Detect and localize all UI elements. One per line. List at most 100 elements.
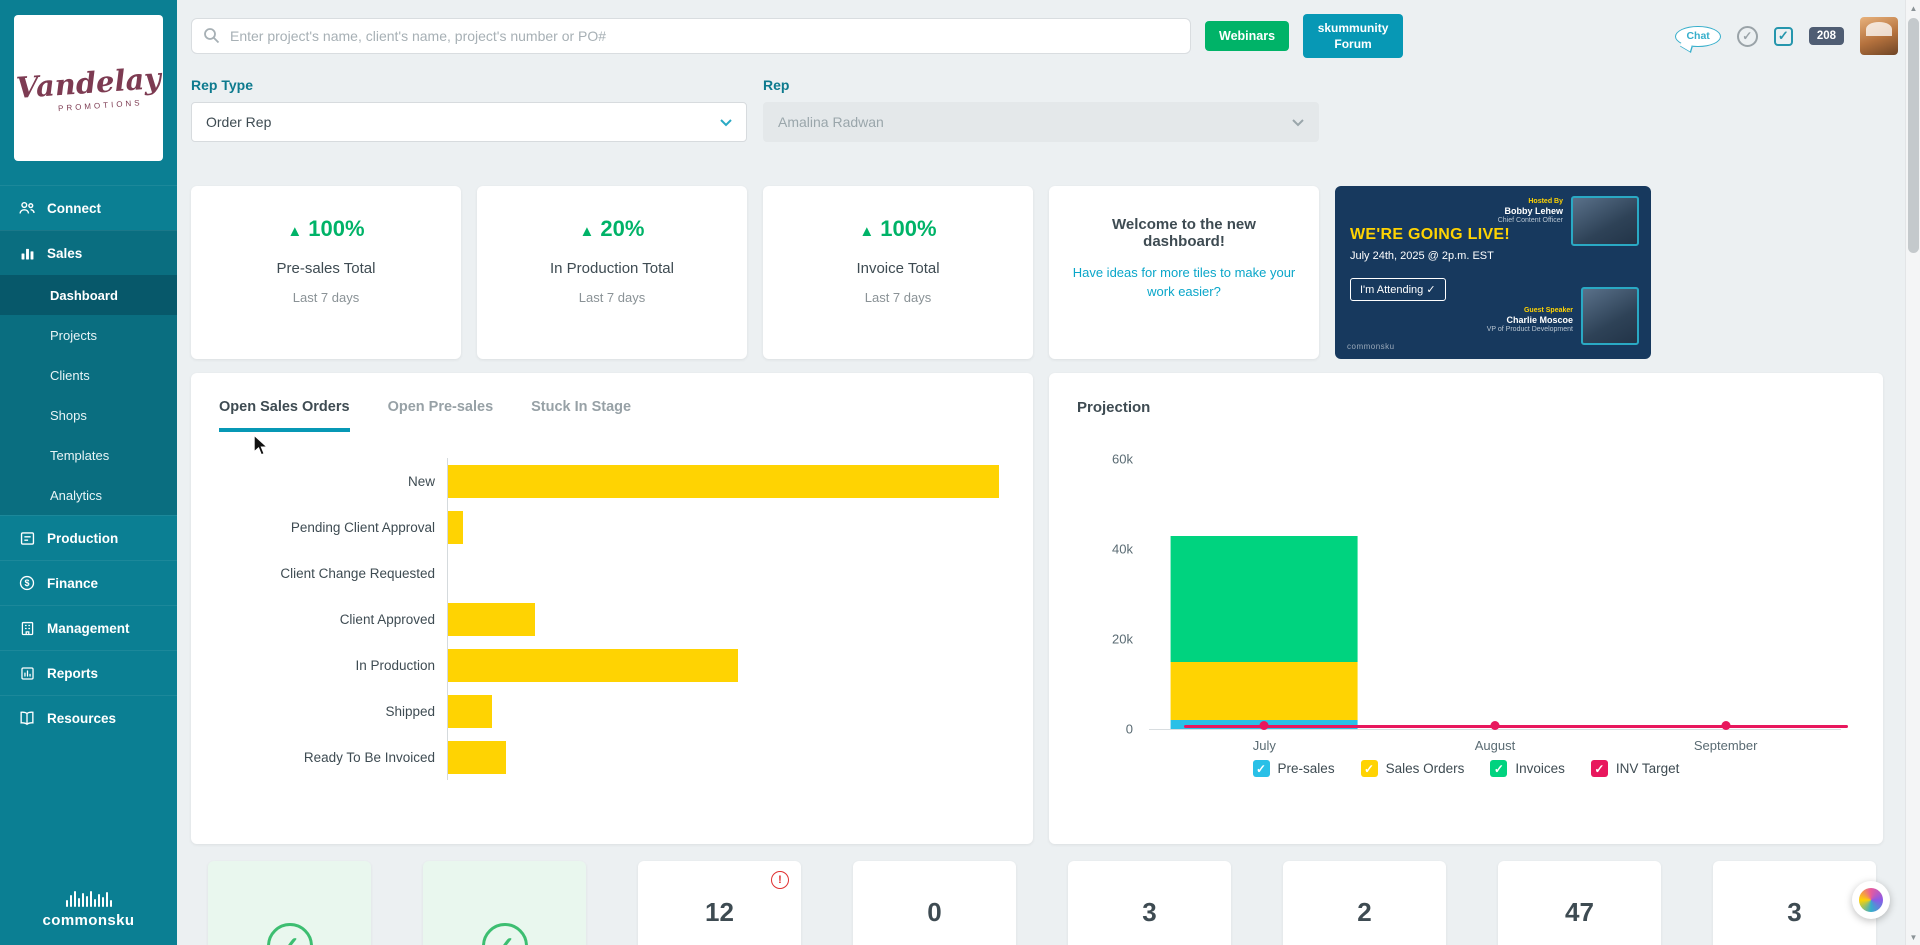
legend-checkbox-icon: ✓ — [1490, 760, 1507, 777]
bar[interactable] — [448, 511, 463, 544]
sidebar-item-sales[interactable]: Sales — [0, 230, 177, 275]
rep-filter: Rep Amalina Radwan — [763, 77, 1319, 142]
summary-value: 12 — [638, 897, 801, 928]
search-input[interactable] — [191, 18, 1191, 54]
summary-card-sales-orders-5[interactable]: 2Sales Orders — [1283, 861, 1446, 945]
sidebar-item-label: Connect — [47, 201, 101, 216]
notification-count-badge[interactable]: 208 — [1809, 27, 1844, 45]
sidebar-item-dashboard[interactable]: Dashboard — [0, 275, 177, 315]
sidebar-item-analytics[interactable]: Analytics — [0, 475, 177, 515]
tab-open-sales-orders[interactable]: Open Sales Orders — [219, 399, 350, 432]
scrollbar-up-arrow[interactable]: ▲ — [1906, 0, 1920, 16]
chevron-down-icon — [1292, 114, 1304, 130]
bar-row-shipped: Shipped — [219, 688, 1005, 734]
legend-toggle-inv-target[interactable]: ✓INV Target — [1591, 760, 1680, 777]
sidebar-item-management[interactable]: Management — [0, 605, 177, 650]
summary-card-proofs-4[interactable]: 3Proofs — [1068, 861, 1231, 945]
svg-text:$: $ — [24, 578, 29, 588]
rep-type-filter: Rep Type Order Rep — [191, 77, 747, 142]
search-icon — [203, 27, 220, 49]
user-avatar[interactable] — [1860, 17, 1898, 55]
sidebar-item-resources[interactable]: Resources — [0, 695, 177, 740]
sidebar-item-projects[interactable]: Projects — [0, 315, 177, 355]
sales-chart-icon — [18, 244, 36, 262]
tasks-checkbox-icon[interactable]: ✓ — [1774, 27, 1793, 46]
dashboard-panels: Open Sales Orders Open Pre-sales Stuck In … — [191, 373, 1898, 844]
x-axis-tick: September — [1694, 738, 1758, 753]
host-info: Hosted By Bobby Lehew Chief Content Offi… — [1498, 198, 1563, 224]
legend-toggle-sales-orders[interactable]: ✓Sales Orders — [1361, 760, 1465, 777]
segment-sales-orders — [1171, 662, 1358, 721]
chat-button[interactable]: Chat — [1675, 26, 1720, 47]
check-icon: ✓ — [1426, 284, 1435, 296]
sidebar-item-clients[interactable]: Clients — [0, 355, 177, 395]
sidebar-item-production[interactable]: Production — [0, 515, 177, 560]
bar[interactable] — [448, 649, 738, 682]
commonsku-logo: commonsku — [0, 891, 177, 929]
chevron-down-icon — [720, 114, 732, 130]
production-icon — [18, 529, 36, 547]
scrollbar-thumb[interactable] — [1908, 18, 1919, 253]
welcome-feedback-link[interactable]: Have ideas for more tiles to make your w… — [1071, 264, 1297, 302]
webinars-button[interactable]: Webinars — [1205, 21, 1289, 51]
summary-value: 3 — [1068, 897, 1231, 928]
rep-type-value: Order Rep — [206, 114, 271, 130]
bar[interactable] — [448, 465, 999, 498]
y-axis-tick: 40k — [1112, 542, 1133, 557]
legend-toggle-pre-sales[interactable]: ✓Pre-sales — [1253, 760, 1335, 777]
sidebar-sales-submenu: DashboardProjectsClientsShopsTemplatesAn… — [0, 275, 177, 515]
status-circle-icon[interactable]: ✓ — [1737, 26, 1758, 47]
rep-label: Rep — [763, 77, 1319, 93]
rep-value: Amalina Radwan — [778, 114, 884, 130]
kpi-delta: ▲100% — [763, 216, 1033, 242]
legend-toggle-invoices[interactable]: ✓ Invoices — [1490, 760, 1565, 777]
inv-target-line — [1184, 725, 1848, 728]
management-icon — [18, 619, 36, 637]
summary-value: 0 — [853, 897, 1016, 928]
rep-type-select[interactable]: Order Rep — [191, 102, 747, 142]
im-attending-button[interactable]: I'm Attending ✓ — [1350, 278, 1446, 301]
sidebar-item-reports[interactable]: Reports — [0, 650, 177, 695]
rep-select[interactable]: Amalina Radwan — [763, 102, 1319, 142]
company-logo[interactable]: Vandelay PROMOTIONS — [14, 15, 163, 161]
bar[interactable] — [448, 603, 535, 636]
legend-label: Invoices — [1515, 761, 1565, 776]
topbar-icons: Chat ✓ ✓ 208 — [1675, 17, 1898, 55]
stacked-bar-july[interactable] — [1171, 536, 1358, 730]
chat-launcher-button[interactable] — [1852, 881, 1890, 919]
skummunity-forum-button[interactable]: skummunity Forum — [1303, 14, 1403, 58]
tab-stuck-in-stage[interactable]: Stuck In Stage — [531, 399, 631, 432]
page-scrollbar[interactable]: ▲ ▼ — [1905, 0, 1920, 945]
open-sales-orders-panel: Open Sales Orders Open Pre-sales Stuck In … — [191, 373, 1033, 844]
sidebar-item-label: Reports — [47, 666, 98, 681]
kpi-subtitle: Last 7 days — [477, 290, 747, 305]
summary-card-sales-orders-3[interactable]: 0Sales Orders — [853, 861, 1016, 945]
scrollbar-down-arrow[interactable]: ▼ — [1906, 929, 1920, 945]
banner-datetime: July 24th, 2025 @ 2p.m. EST — [1350, 250, 1494, 262]
sidebar-item-shops[interactable]: Shops — [0, 395, 177, 435]
projection-legend: ✓Pre-sales ✓Sales Orders ✓ Invoices ✓INV Tar… — [1077, 760, 1855, 777]
bar-row-client-change-requested: Client Change Requested — [219, 550, 1005, 596]
bar[interactable] — [448, 741, 506, 774]
reports-icon — [18, 664, 36, 682]
sidebar-item-templates[interactable]: Templates — [0, 435, 177, 475]
summary-card-complete[interactable]: ✓ — [208, 861, 371, 945]
projection-chart: 020k40k60kJulyAugustSeptember — [1149, 460, 1841, 730]
sidebar-item-finance[interactable]: $ Finance — [0, 560, 177, 605]
kpi-card-in-production-total: ▲20%In Production TotalLast 7 days — [477, 186, 747, 359]
summary-card-sales-orders-6[interactable]: 47Sales Orders — [1498, 861, 1661, 945]
tab-open-pre-sales[interactable]: Open Pre-sales — [388, 399, 494, 432]
host-photo — [1571, 196, 1639, 246]
search-box — [191, 18, 1191, 54]
check-circle-icon: ✓ — [482, 923, 528, 945]
bar[interactable] — [448, 695, 492, 728]
summary-card-complete[interactable]: ✓ — [423, 861, 586, 945]
sidebar-item-connect[interactable]: Connect — [0, 185, 177, 230]
kpi-title: Invoice Total — [763, 260, 1033, 277]
topbar: Webinars skummunity Forum Chat ✓ ✓ 208 — [191, 13, 1898, 59]
webinar-banner[interactable]: WE'RE GOING LIVE! July 24th, 2025 @ 2p.m… — [1335, 186, 1651, 359]
summary-card-sales-orders-2[interactable]: !12Sales Orders — [638, 861, 801, 945]
sidebar-item-label: Finance — [47, 576, 98, 591]
bar-label: Shipped — [219, 704, 447, 719]
sidebar-item-label: Resources — [47, 711, 116, 726]
